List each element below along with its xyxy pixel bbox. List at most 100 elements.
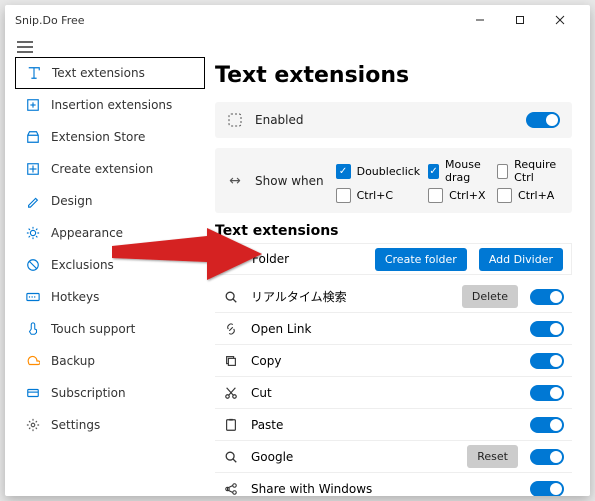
sidebar-item-label: Text extensions <box>52 66 145 80</box>
exclusions-icon <box>25 257 41 273</box>
arrows-icon: ↔ <box>227 173 243 189</box>
extension-label: Google <box>251 450 293 464</box>
extension-row[interactable]: Google Reset <box>215 441 572 473</box>
check-label: Mouse drag <box>445 158 489 184</box>
touch-icon <box>25 321 41 337</box>
settings-icon <box>25 417 41 433</box>
sidebar-item-label: Appearance <box>51 226 123 240</box>
showwhen-options: ✓ Doubleclick ✓ Mouse drag Require Ctrl Ctrl+… <box>336 158 560 203</box>
folder-icon <box>224 251 240 267</box>
extension-label: Share with Windows <box>251 482 372 496</box>
close-button[interactable] <box>540 6 580 34</box>
extension-toggle[interactable] <box>530 321 564 337</box>
extension-row[interactable]: Paste <box>215 409 572 441</box>
delete-button[interactable]: Delete <box>462 285 518 308</box>
checkbox-icon <box>497 188 512 203</box>
sidebar-item-insert[interactable]: Insertion extensions <box>15 89 205 121</box>
check-label: Ctrl+X <box>449 189 485 202</box>
minimize-button[interactable] <box>460 6 500 34</box>
extensions-list: リアルタイム検索DeleteOpen LinkCopyCutPasteGoogl… <box>215 281 572 496</box>
copy-icon <box>223 353 239 369</box>
check-ctrl-a[interactable]: Ctrl+A <box>497 188 560 203</box>
extension-toggle[interactable] <box>530 289 564 305</box>
sidebar: Text extensions Insertion extensions Exten… <box>5 57 215 496</box>
appearance-icon <box>25 225 41 241</box>
check-ctrl-c[interactable]: Ctrl+C <box>336 188 421 203</box>
sidebar-item-label: Touch support <box>51 322 135 336</box>
cut-icon <box>223 385 239 401</box>
subscription-icon <box>25 385 41 401</box>
extension-label: リアルタイム検索 <box>251 288 347 305</box>
sidebar-item-subscription[interactable]: Subscription <box>15 377 205 409</box>
extension-toggle[interactable] <box>530 449 564 465</box>
sidebar-item-backup[interactable]: Backup <box>15 345 205 377</box>
page-title: Text extensions <box>215 63 572 88</box>
checkbox-icon <box>428 188 443 203</box>
check-label: Doubleclick <box>357 165 421 178</box>
check-label: Ctrl+C <box>357 189 393 202</box>
extension-row[interactable]: リアルタイム検索 Delete <box>215 281 572 313</box>
design-icon <box>25 193 41 209</box>
showwhen-card: ↔ Show when ✓ Doubleclick ✓ Mouse drag Requi… <box>215 148 572 213</box>
sidebar-item-label: Settings <box>51 418 100 432</box>
sidebar-item-design[interactable]: Design <box>15 185 205 217</box>
maximize-button[interactable] <box>500 6 540 34</box>
app-window: Snip.Do Free Text extensions Insertion ex… <box>5 5 590 496</box>
sidebar-item-label: Exclusions <box>51 258 114 272</box>
sidebar-item-label: Subscription <box>51 386 126 400</box>
paste-icon <box>223 417 239 433</box>
extension-label: Cut <box>251 386 272 400</box>
sidebar-item-store[interactable]: Extension Store <box>15 121 205 153</box>
extension-toggle[interactable] <box>530 353 564 369</box>
window-title: Snip.Do Free <box>15 14 85 27</box>
hamburger-menu[interactable] <box>5 35 590 57</box>
check-doubleclick[interactable]: ✓ Doubleclick <box>336 158 421 184</box>
sidebar-item-label: Design <box>51 194 92 208</box>
sidebar-item-label: Insertion extensions <box>51 98 172 112</box>
extension-label: Copy <box>251 354 281 368</box>
hotkeys-icon <box>25 289 41 305</box>
showwhen-label: Show when <box>255 174 324 188</box>
check-mouse-drag[interactable]: ✓ Mouse drag <box>428 158 489 184</box>
extensions-section-title: Text extensions <box>215 223 572 239</box>
sidebar-item-appearance[interactable]: Appearance <box>15 217 205 249</box>
sidebar-item-touch[interactable]: Touch support <box>15 313 205 345</box>
check-ctrl-x[interactable]: Ctrl+X <box>428 188 489 203</box>
folder-label: Folder <box>252 252 289 266</box>
sidebar-item-create[interactable]: Create extension <box>15 153 205 185</box>
extension-row[interactable]: Open Link <box>215 313 572 345</box>
titlebar: Snip.Do Free <box>5 5 590 35</box>
extension-toggle[interactable] <box>530 385 564 401</box>
insert-icon <box>25 97 41 113</box>
enabled-card: Enabled <box>215 102 572 138</box>
check-require-ctrl[interactable]: Require Ctrl <box>497 158 560 184</box>
checkbox-icon <box>497 164 508 179</box>
store-icon <box>25 129 41 145</box>
sidebar-item-label: Extension Store <box>51 130 145 144</box>
extension-row[interactable]: Copy <box>215 345 572 377</box>
enabled-toggle[interactable] <box>526 112 560 128</box>
checkbox-icon: ✓ <box>428 164 439 179</box>
extension-toggle[interactable] <box>530 417 564 433</box>
checkbox-icon: ✓ <box>336 164 351 179</box>
extension-label: Open Link <box>251 322 311 336</box>
backup-icon <box>25 353 41 369</box>
sidebar-item-text[interactable]: Text extensions <box>15 57 205 89</box>
add-divider-button[interactable]: Add Divider <box>479 248 563 271</box>
reset-button[interactable]: Reset <box>467 445 518 468</box>
enabled-icon <box>227 112 243 128</box>
extension-toggle[interactable] <box>530 481 564 497</box>
check-label: Ctrl+A <box>518 189 554 202</box>
enabled-label: Enabled <box>255 113 304 127</box>
text-icon <box>26 65 42 81</box>
link-icon <box>223 321 239 337</box>
main-content: Text extensions Enabled ↔ Show when ✓ Dou… <box>215 57 590 496</box>
extension-row[interactable]: Share with Windows <box>215 473 572 496</box>
sidebar-item-hotkeys[interactable]: Hotkeys <box>15 281 205 313</box>
create-icon <box>25 161 41 177</box>
sidebar-item-exclusions[interactable]: Exclusions <box>15 249 205 281</box>
sidebar-item-label: Create extension <box>51 162 153 176</box>
extension-row[interactable]: Cut <box>215 377 572 409</box>
sidebar-item-settings[interactable]: Settings <box>15 409 205 441</box>
create-folder-button[interactable]: Create folder <box>375 248 467 271</box>
